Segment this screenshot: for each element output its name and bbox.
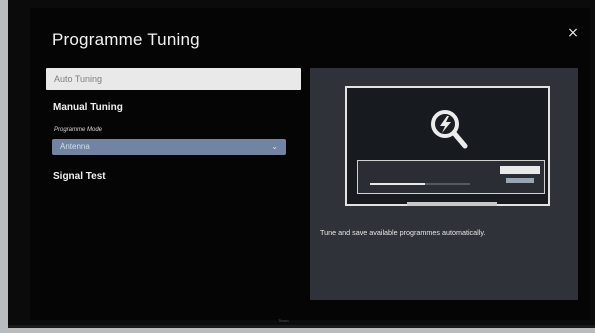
close-button[interactable]: × xyxy=(564,24,582,42)
progress-highlight xyxy=(500,166,540,174)
screen: Programme Tuning × Auto Tuning Manual Tu… xyxy=(30,8,590,320)
tuning-menu: Auto Tuning Manual Tuning Programme Mode… xyxy=(46,68,301,182)
chevron-down-icon: ⌄ xyxy=(271,142,278,151)
programme-mode-select[interactable]: Antenna ⌄ xyxy=(52,139,286,155)
progress-track xyxy=(370,183,470,185)
manual-tuning-button[interactable]: Manual Tuning xyxy=(46,102,301,113)
footer-text: Tinsei xyxy=(278,318,289,323)
info-panel: Tune and save available programmes autom… xyxy=(310,68,578,300)
signal-test-button[interactable]: Signal Test xyxy=(46,171,301,182)
tv-stand xyxy=(407,202,497,206)
programme-mode-label: Programme Mode xyxy=(54,127,103,133)
search-lightning-icon xyxy=(429,108,469,158)
tv-frame: Programme Tuning × Auto Tuning Manual Tu… xyxy=(8,0,595,328)
tuning-illustration xyxy=(345,86,550,206)
progress-box xyxy=(357,160,545,194)
auto-tuning-button[interactable]: Auto Tuning xyxy=(46,68,301,90)
progress-fill xyxy=(370,183,425,185)
page-title: Programme Tuning xyxy=(52,30,200,49)
programme-mode-value: Antenna xyxy=(60,142,90,151)
description-text: Tune and save available programmes autom… xyxy=(320,228,486,237)
progress-sub-highlight xyxy=(506,178,534,183)
